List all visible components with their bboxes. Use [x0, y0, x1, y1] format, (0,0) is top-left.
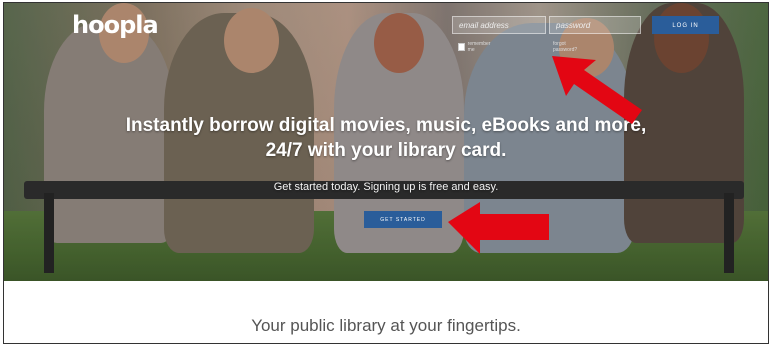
remember-me-label: remember me [467, 41, 491, 53]
arrow-annotation-icon [552, 56, 642, 124]
page-tagline: Your public library at your fingertips. [251, 316, 521, 335]
hero-section: hoopla LOG IN remember me forgot passwor… [4, 3, 768, 281]
hoopla-logo[interactable]: hoopla [72, 11, 159, 39]
remember-me: remember me [458, 41, 492, 53]
arrow-annotation-icon [448, 202, 549, 254]
hero-subhead: Get started today. Signing up is free an… [273, 181, 499, 193]
login-button[interactable]: LOG IN [652, 16, 719, 34]
get-started-button[interactable]: GET STARTED [364, 211, 442, 228]
headline-line-2: 24/7 with your library card. [265, 140, 507, 161]
email-input[interactable] [452, 16, 546, 34]
password-input[interactable] [549, 16, 641, 34]
remember-me-checkbox[interactable] [458, 43, 465, 51]
page-frame: hoopla LOG IN remember me forgot passwor… [3, 2, 769, 344]
